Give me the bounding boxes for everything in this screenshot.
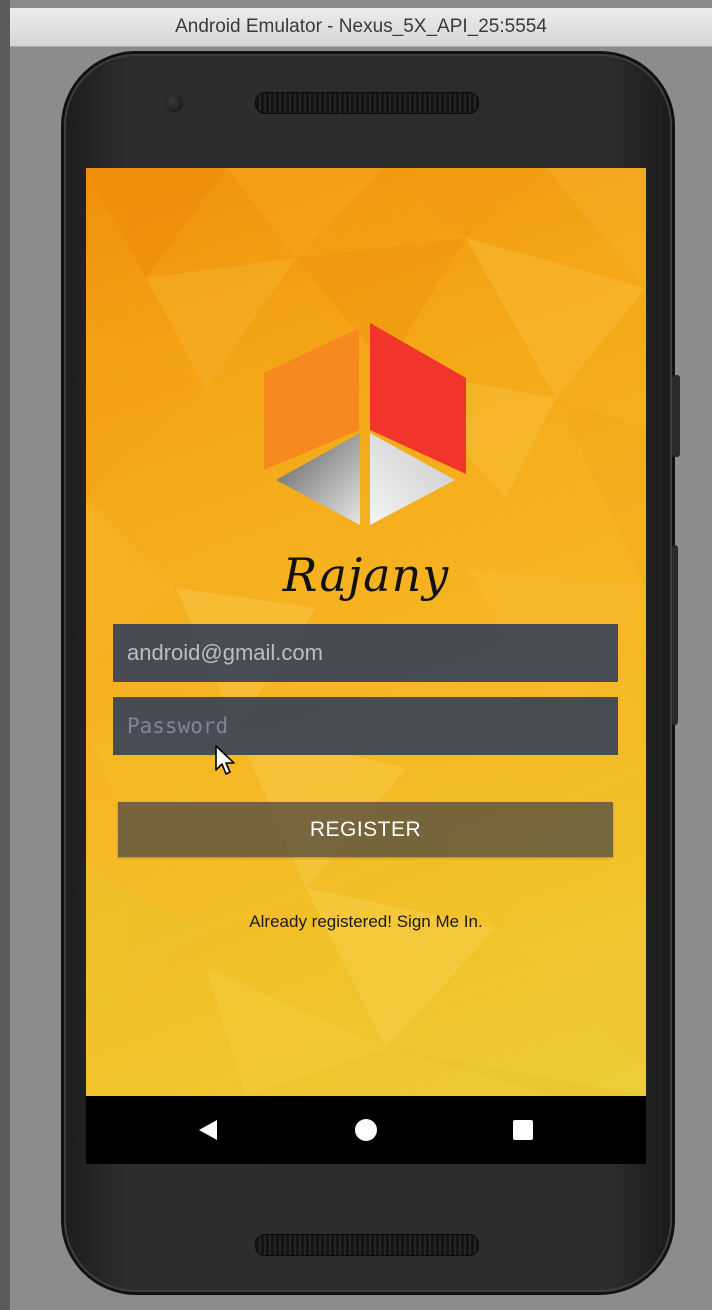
recents-button[interactable] xyxy=(483,1096,563,1164)
power-button[interactable] xyxy=(672,375,680,457)
brand-name: Rajany xyxy=(282,548,450,602)
email-field[interactable] xyxy=(113,624,618,682)
desktop-edge xyxy=(0,0,10,1310)
bottom-speaker xyxy=(255,1234,479,1256)
top-speaker xyxy=(255,92,479,114)
home-circle-icon xyxy=(355,1119,377,1141)
register-button[interactable]: REGISTER xyxy=(118,802,613,857)
android-nav-bar xyxy=(86,1096,646,1164)
back-button[interactable] xyxy=(168,1096,248,1164)
password-field[interactable] xyxy=(113,697,618,755)
recents-square-icon xyxy=(513,1120,533,1140)
emulator-title-bar: Android Emulator - Nexus_5X_API_25:5554 xyxy=(10,8,712,47)
mouse-cursor-icon xyxy=(215,745,235,775)
sign-in-link[interactable]: Already registered! Sign Me In. xyxy=(86,912,646,932)
app-screen: Rajany REGISTER Already registered! Sign… xyxy=(86,168,646,1096)
volume-button[interactable] xyxy=(672,545,678,725)
window-title: Android Emulator - Nexus_5X_API_25:5554 xyxy=(175,16,547,37)
back-triangle-icon xyxy=(199,1120,217,1140)
camera-icon xyxy=(165,94,183,112)
home-button[interactable] xyxy=(326,1096,406,1164)
